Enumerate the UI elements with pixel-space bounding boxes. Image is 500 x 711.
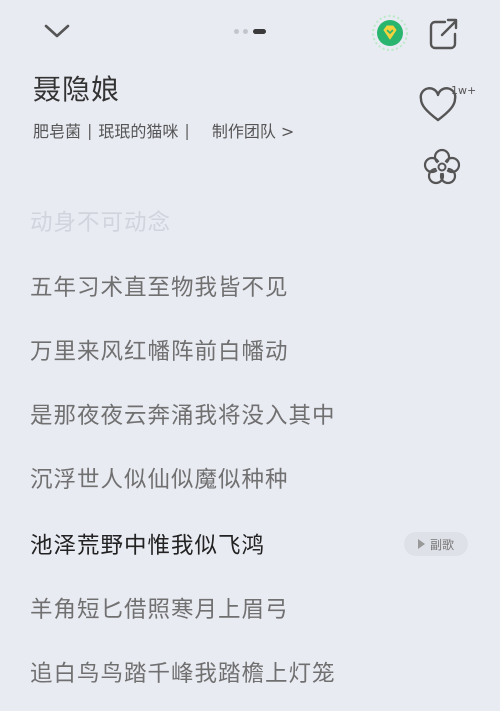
chorus-label: 副歌	[429, 537, 454, 552]
lyric-line[interactable]: 动身不可动念	[30, 205, 171, 237]
lyric-line-current[interactable]: 池泽荒野中惟我似飞鸿	[30, 528, 265, 560]
lyric-line[interactable]: 羊角短匕借照寒月上眉弓	[30, 592, 289, 624]
chorus-play-button[interactable]: 副歌	[404, 532, 468, 556]
play-icon	[417, 539, 425, 549]
lyric-line[interactable]: 万里来风红幡阵前白幡动	[30, 334, 289, 366]
lyric-line[interactable]: 沉浮世人似仙似魔似种种	[30, 462, 289, 494]
lyric-line[interactable]: 是那夜夜云奔涌我将没入其中	[30, 398, 336, 430]
lyric-line[interactable]: 五年习术直至物我皆不见	[30, 270, 289, 302]
lyric-line[interactable]: 追白鸟鸟踏千峰我踏檐上灯笼	[30, 656, 336, 688]
lyrics-panel: 动身不可动念 五年习术直至物我皆不见 万里来风红幡阵前白幡动 是那夜夜云奔涌我将…	[0, 0, 500, 711]
